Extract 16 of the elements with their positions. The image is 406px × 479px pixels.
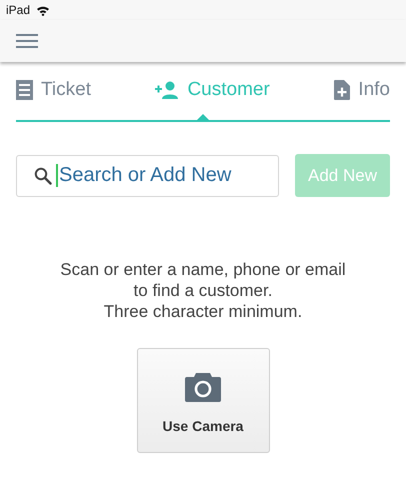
camera-icon [185, 372, 221, 402]
instruction-text: Scan or enter a name, phone or email [60, 259, 346, 280]
tab[interactable]: Customer [155, 79, 270, 101]
use-camera-button[interactable]: Use Camera [136, 348, 270, 453]
search-field[interactable]: Search or Add New [16, 154, 279, 196]
wifi-icon [36, 4, 50, 16]
instruction-text: Three character minimum. [104, 301, 302, 322]
tab[interactable]: Ticket [16, 79, 91, 101]
tab[interactable]: Info [334, 79, 390, 101]
add-document-icon [334, 80, 350, 100]
receipt-icon [16, 80, 33, 100]
instruction-text: to find a customer. [134, 280, 272, 301]
add-person-icon [155, 81, 180, 99]
search-icon [34, 166, 52, 184]
device-name: iPad [6, 3, 30, 17]
menu-icon[interactable] [16, 33, 38, 49]
